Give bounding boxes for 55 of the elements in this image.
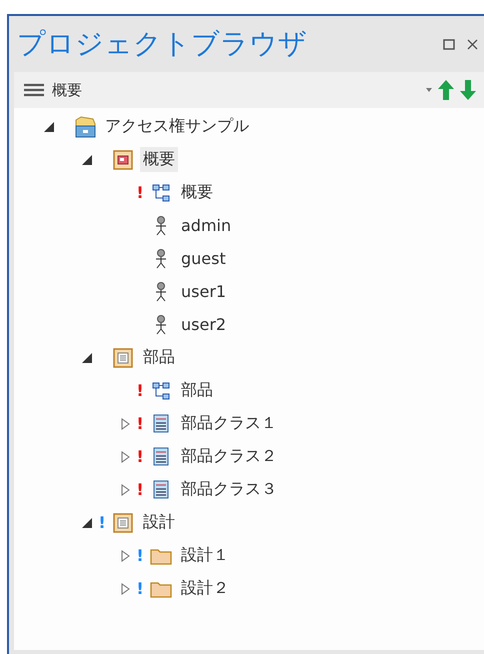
actor-icon [155, 314, 167, 334]
expand-icon[interactable] [120, 550, 130, 562]
warning-mark: ! [136, 546, 144, 565]
warning-mark: ! [136, 414, 144, 433]
warning-mark: ! [136, 480, 144, 499]
collapse-icon[interactable] [82, 352, 92, 362]
tree-item[interactable]: 部品クラス３ [178, 477, 280, 502]
tree-item[interactable]: user2 [178, 313, 230, 336]
warning-mark: ! [136, 183, 144, 202]
tree-item[interactable]: guest [178, 247, 229, 270]
close-icon[interactable] [467, 38, 478, 50]
expand-icon[interactable] [120, 418, 130, 430]
tree-item[interactable]: 部品 [140, 345, 178, 370]
tree-item[interactable]: アクセス権サンプル [102, 114, 252, 139]
package-icon [113, 512, 133, 532]
up-arrow-icon[interactable] [438, 80, 454, 100]
tree-item[interactable]: admin [178, 214, 234, 237]
tree-item[interactable]: 概要 [178, 180, 216, 205]
maximize-icon[interactable] [443, 38, 455, 50]
actor-icon [155, 248, 167, 268]
dropdown-icon[interactable] [426, 88, 432, 92]
tree-item[interactable]: 設計１ [178, 543, 232, 568]
diagram-icon [152, 382, 170, 400]
menu-icon[interactable] [24, 83, 44, 97]
actor-icon [155, 282, 167, 302]
warning-mark: ! [136, 447, 144, 466]
folder-icon [150, 546, 172, 564]
warning-mark: ! [98, 513, 106, 532]
package-icon [73, 116, 97, 138]
class-icon [153, 447, 169, 466]
collapse-icon[interactable] [44, 122, 54, 132]
class-icon [153, 480, 169, 499]
expand-icon[interactable] [120, 484, 130, 496]
toolbar-label: 概要 [52, 80, 83, 100]
package-icon [113, 348, 133, 368]
actor-icon [155, 216, 167, 236]
tree-item[interactable]: 設計２ [178, 576, 232, 601]
tree-item[interactable]: 部品 [178, 378, 216, 403]
warning-mark: ! [136, 579, 144, 598]
tree-item[interactable]: 部品クラス１ [178, 411, 280, 436]
expand-icon[interactable] [120, 582, 130, 594]
tree-item[interactable]: 部品クラス２ [178, 444, 280, 469]
class-icon [153, 414, 169, 433]
expand-icon[interactable] [120, 450, 130, 462]
warning-mark: ! [136, 381, 144, 400]
down-arrow-icon[interactable] [460, 80, 476, 100]
collapse-icon[interactable] [82, 154, 92, 164]
tree-item[interactable]: 概要 [140, 147, 178, 172]
tree-item[interactable]: 設計 [140, 510, 178, 535]
tree-item[interactable]: user1 [178, 280, 230, 303]
window-title: プロジェクトブラウザ [17, 26, 308, 62]
diagram-icon [152, 184, 170, 202]
collapse-icon[interactable] [82, 518, 92, 528]
package-icon [113, 150, 133, 170]
folder-icon [150, 580, 172, 598]
